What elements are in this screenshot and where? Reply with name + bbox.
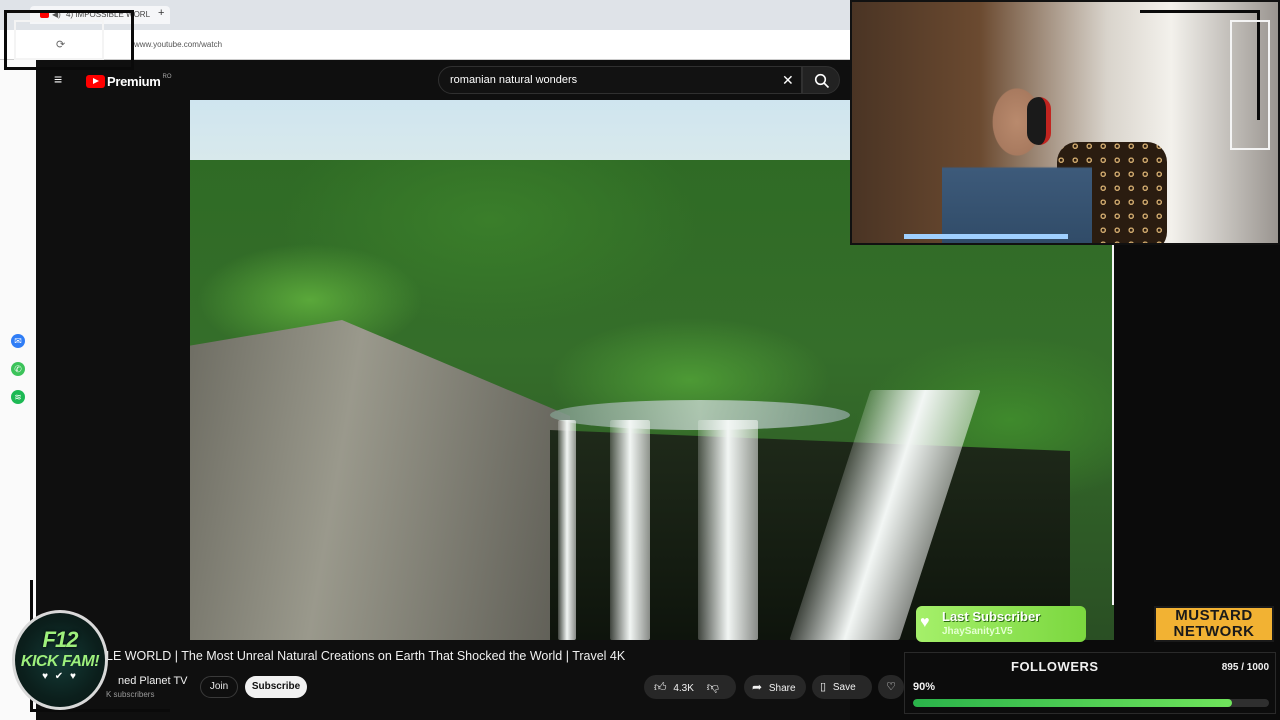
webcam-streamer (942, 62, 1092, 243)
messenger-icon[interactable]: ✉ (11, 334, 25, 348)
followers-title: FOLLOWERS (1011, 659, 1099, 674)
badge-line2: KICK FAM! (20, 653, 100, 670)
video-title: LE WORLD | The Most Unreal Natural Creat… (106, 649, 626, 663)
kick-fam-badge: F12 KICK FAM! ♥ ✔ ♥ (12, 610, 108, 710)
logo-text: Premium (107, 73, 161, 89)
whatsapp-icon[interactable]: ✆ (11, 362, 25, 376)
youtube-play-icon (86, 74, 105, 88)
hamburger-menu-icon[interactable]: ≡ (54, 71, 62, 87)
share-label: Share (768, 683, 796, 694)
webcam-accent-bar (904, 234, 1068, 239)
search-input[interactable]: romanian natural wonders (450, 74, 577, 86)
followers-goal-widget: FOLLOWERS 895 / 1000 90% (904, 652, 1276, 714)
waterfall (610, 420, 650, 640)
spotify-icon[interactable]: ≋ (11, 390, 25, 404)
followers-progress-track (913, 699, 1269, 707)
badge-line1: F12 (42, 627, 79, 652)
thanks-button[interactable]: ♡ (878, 675, 904, 699)
last-subscriber-title: Last Subscriber (942, 609, 1041, 624)
save-button[interactable]: ▯ Save (812, 675, 872, 699)
brand-line1: MUSTARD (1175, 607, 1253, 624)
new-tab-button[interactable]: + (158, 7, 164, 19)
overlay-frame (1112, 245, 1266, 605)
heart-icon: ♥ (920, 614, 930, 631)
brand-line2: NETWORK (1173, 623, 1255, 640)
like-dislike-group: 👍︎ 4.3K 👎︎ (644, 675, 736, 699)
logo-region: RO (162, 74, 172, 80)
url-field[interactable]: www.youtube.com/watch (134, 40, 222, 49)
join-button[interactable]: Join (200, 676, 238, 698)
youtube-header: ≡ Premium RO romanian natural wonders ✕ (36, 60, 850, 100)
overlay-frame (1230, 20, 1270, 150)
followers-percent: 90% (913, 681, 936, 693)
followers-progress-fill (913, 699, 1232, 707)
like-button[interactable]: 👍︎ 4.3K (644, 675, 694, 701)
dislike-button[interactable]: 👎︎ (707, 675, 719, 701)
followers-count: 895 / 1000 (1221, 662, 1269, 673)
search-button[interactable] (802, 66, 840, 94)
thumbs-down-icon: 👎︎ (706, 680, 719, 694)
youtube-logo[interactable]: Premium RO (86, 72, 172, 90)
screen: ◀) 4) IMPOSSIBLE WORL + ⟳ www.youtube.co… (0, 0, 1280, 720)
waterfall (558, 420, 576, 640)
waterfall (698, 420, 758, 640)
share-icon: ➦ (752, 680, 763, 694)
last-subscriber-widget: ♥ Last Subscriber JhaySanity1V5 (916, 606, 1086, 642)
close-icon[interactable]: ✕ (782, 72, 794, 89)
subscribe-button[interactable]: Subscribe (245, 676, 307, 698)
badge-line3: ♥ ✔ ♥ (42, 671, 78, 682)
headset-icon (1027, 97, 1051, 145)
save-label: Save (832, 682, 856, 693)
search-icon (814, 73, 830, 89)
share-button[interactable]: ➦ Share (744, 675, 806, 699)
brand-logo: MUSTARD NETWORK (1154, 606, 1274, 642)
thumbs-up-icon: 👍︎ (654, 680, 667, 694)
overlay-frame (14, 20, 104, 60)
like-count: 4.3K (673, 683, 694, 694)
bookmark-icon: ▯ (820, 681, 827, 693)
thanks-icon: ♡ (886, 681, 896, 693)
search-box[interactable]: romanian natural wonders ✕ (438, 66, 802, 94)
last-subscriber-name: JhaySanity1V5 (942, 626, 1013, 637)
